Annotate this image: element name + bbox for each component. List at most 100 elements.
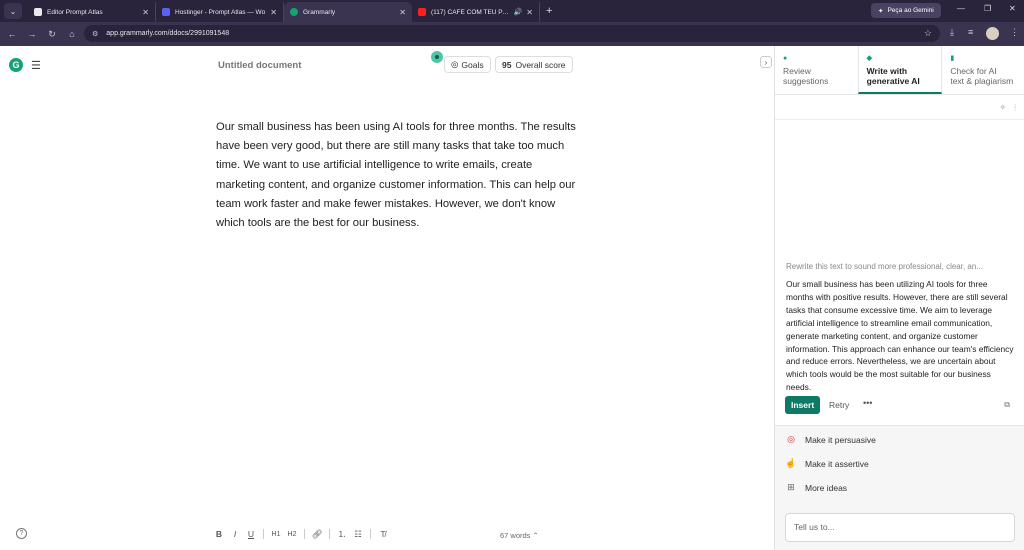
home-icon[interactable]: ⌂: [62, 29, 82, 39]
grid-plus-icon: ⊞: [787, 482, 795, 492]
chat-input[interactable]: Tell us to...: [785, 513, 1015, 542]
browser-tab-0[interactable]: Editor Prompt Atlas ✕: [28, 2, 156, 22]
tab-title: Editor Prompt Atlas: [47, 8, 103, 16]
reload-icon[interactable]: ↻: [42, 29, 62, 40]
browser-menu-icon[interactable]: ⋮: [1010, 27, 1019, 38]
grammarly-logo-icon[interactable]: G: [9, 58, 23, 72]
bold-button[interactable]: B: [211, 529, 227, 539]
tab-title: Hostinger - Prompt Atlas — Wo: [175, 8, 266, 16]
italic-button[interactable]: I: [227, 529, 243, 539]
word-count[interactable]: 67 words ⌃: [500, 531, 539, 540]
tab-review-suggestions[interactable]: ● Review suggestions: [775, 46, 858, 94]
formatting-toolbar: B I U H1 H2 🔗︎ ⒈ ☷ T̸: [211, 528, 391, 540]
detector-icon: ▮: [950, 55, 955, 62]
ideas-section: ◎ Make it persuasive ☝ Make it assertive…: [775, 425, 1024, 550]
minimize-icon[interactable]: —: [957, 4, 965, 13]
media-control-icon[interactable]: ≡: [968, 27, 973, 37]
toolbar-divider: [370, 529, 371, 539]
tab-label-line1: Write with: [866, 66, 908, 76]
tab-label-line1: Check for AI: [950, 66, 997, 76]
document-menu-icon[interactable]: ☰: [31, 59, 41, 72]
word-count-text: 67 words: [500, 531, 531, 540]
chevron-up-icon: ⌃: [532, 531, 539, 540]
sparkle-icon: ✦: [878, 7, 884, 15]
goals-icon: ◎: [451, 59, 459, 69]
browser-tab-bar: ⌄ Editor Prompt Atlas ✕ Hostinger - Prom…: [0, 0, 1024, 22]
panel-divider: [775, 119, 1024, 120]
address-bar[interactable]: ⚙ app.grammarly.com/ddocs/2991091548 ☆: [84, 25, 940, 42]
tab-favicon: [34, 8, 42, 16]
retry-button[interactable]: Retry: [829, 400, 849, 410]
idea-label: Make it assertive: [805, 458, 869, 469]
tab-label-line1: Review: [783, 66, 811, 76]
prompt-label: Rewrite this text to sound more professi…: [786, 262, 983, 271]
magic-wand-icon[interactable]: ✧: [1000, 103, 1007, 113]
close-icon[interactable]: ✕: [270, 8, 277, 17]
heading2-button[interactable]: H2: [284, 531, 300, 538]
toolbar-divider: [304, 529, 305, 539]
toolbar-divider: [329, 529, 330, 539]
site-info-icon[interactable]: ⚙: [92, 30, 98, 38]
profile-avatar[interactable]: [986, 27, 999, 40]
clear-format-icon[interactable]: T̸: [375, 529, 391, 539]
goals-button[interactable]: ◎ Goals: [444, 56, 491, 73]
idea-make-persuasive[interactable]: ◎ Make it persuasive: [785, 434, 876, 445]
lightbulb-icon: ◆: [866, 55, 873, 62]
goals-label: Goals: [461, 59, 484, 70]
collapse-panel-icon[interactable]: ›: [760, 56, 772, 68]
tab-check-ai-plagiarism[interactable]: ▮ Check for AI text & plagiarism: [942, 46, 1024, 94]
underline-button[interactable]: U: [243, 529, 259, 539]
score-value: 95: [502, 59, 512, 70]
download-icon[interactable]: ⤓: [950, 27, 954, 38]
close-icon[interactable]: ✕: [526, 8, 533, 17]
bulleted-list-icon[interactable]: ☷: [350, 529, 366, 540]
tab-label-line2: text & plagiarism: [950, 76, 1014, 86]
back-icon[interactable]: ←: [2, 29, 22, 39]
overall-score-button[interactable]: 95 Overall score: [495, 56, 573, 73]
grammarly-g-icon: ●: [783, 55, 788, 62]
restore-icon[interactable]: ❐: [984, 4, 991, 13]
idea-make-assertive[interactable]: ☝ Make it assertive: [785, 458, 869, 469]
grammarly-status-icon[interactable]: [431, 51, 443, 63]
youtube-favicon: [418, 8, 426, 16]
tab-label-line2: suggestions: [783, 76, 829, 86]
gemini-button[interactable]: ✦ Peça ao Gemini: [871, 3, 941, 18]
close-icon[interactable]: ✕: [142, 8, 149, 17]
tab-search-button[interactable]: ⌄: [4, 3, 22, 19]
copy-icon[interactable]: ⧉: [1004, 400, 1010, 410]
bookmark-star-icon[interactable]: ☆: [924, 28, 932, 39]
tab-favicon: [162, 8, 170, 16]
tab-title: Grammarly: [303, 8, 336, 16]
close-icon[interactable]: ✕: [399, 8, 406, 17]
new-tab-button[interactable]: +: [546, 5, 552, 17]
document-title[interactable]: Untitled document: [218, 60, 301, 71]
insert-button[interactable]: Insert: [785, 396, 821, 414]
panel-tools: ✧ ⦙: [1000, 103, 1017, 113]
idea-label: More ideas: [805, 482, 848, 493]
help-icon[interactable]: ?: [16, 528, 27, 539]
more-options-icon[interactable]: •••: [863, 398, 872, 408]
pointing-hand-icon: ☝: [785, 458, 797, 468]
forward-icon[interactable]: →: [22, 29, 42, 39]
browser-tab-1[interactable]: Hostinger - Prompt Atlas — Wo ✕: [156, 2, 284, 22]
panel-tabs: ● Review suggestions ◆ Write with genera…: [775, 46, 1024, 95]
toolbar-divider: [263, 529, 264, 539]
link-icon[interactable]: 🔗︎: [309, 529, 325, 540]
heading1-button[interactable]: H1: [268, 531, 284, 538]
grammarly-favicon: [290, 8, 298, 16]
idea-more-ideas[interactable]: ⊞ More ideas: [785, 482, 847, 493]
score-label: Overall score: [515, 59, 566, 70]
voice-icon[interactable]: ⦙: [1014, 103, 1016, 113]
ordered-list-icon[interactable]: ⒈: [334, 528, 350, 540]
url-text: app.grammarly.com/ddocs/2991091548: [106, 30, 230, 37]
browser-tab-2[interactable]: Grammarly ✕: [284, 2, 412, 22]
tab-write-with-generative-ai[interactable]: ◆ Write with generative AI: [857, 46, 943, 94]
gemini-label: Peça ao Gemini: [887, 7, 934, 14]
browser-tab-3[interactable]: (117) CAFÉ COM TEU PAI s 🔊 ✕: [412, 2, 540, 22]
tab-title: (117) CAFÉ COM TEU PAI s: [431, 8, 511, 16]
tab-label-line2: generative AI: [866, 76, 920, 86]
target-icon: ◎: [787, 434, 795, 444]
document-body[interactable]: Our small business has been using AI too…: [216, 118, 584, 233]
speaker-icon[interactable]: 🔊: [514, 8, 523, 16]
window-close-icon[interactable]: ✕: [1009, 4, 1016, 13]
